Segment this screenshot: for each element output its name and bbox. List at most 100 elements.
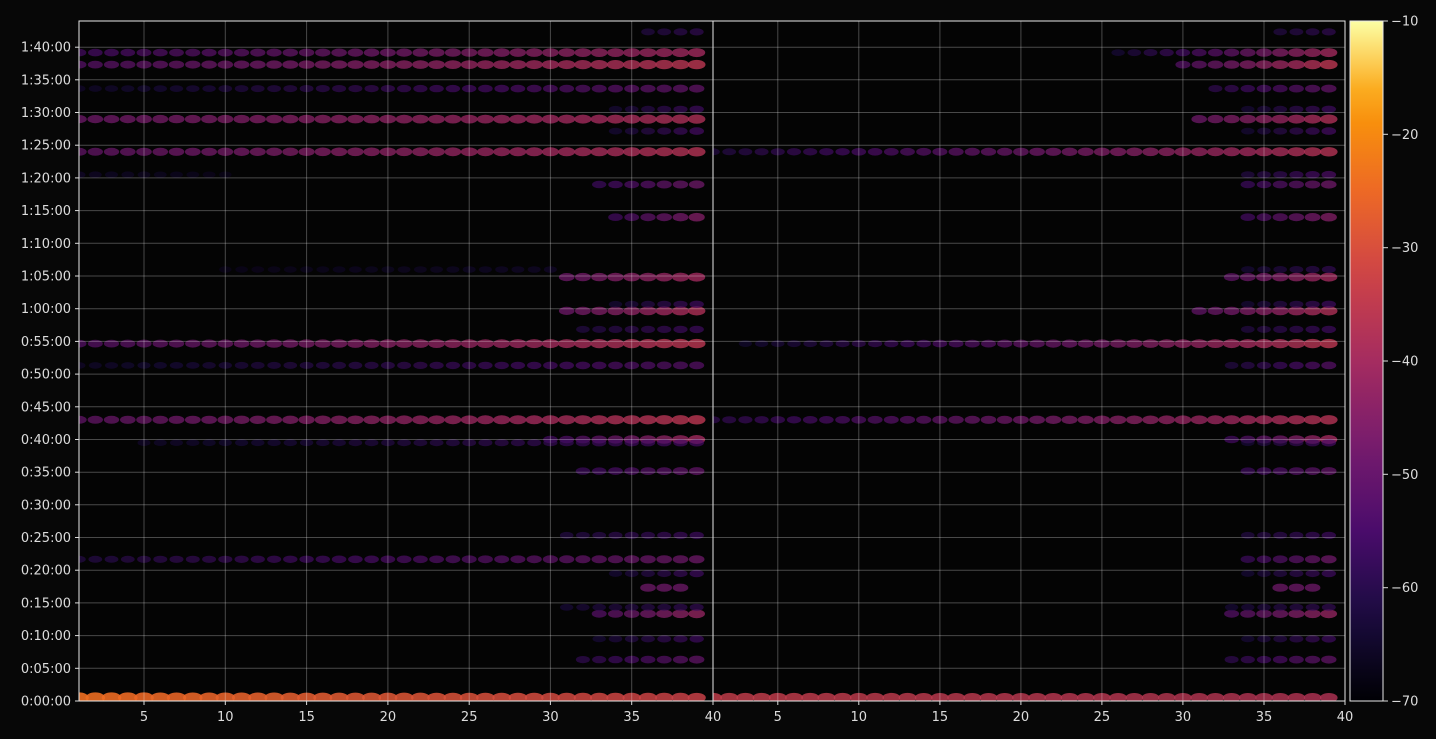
heat-cell [655,114,673,124]
heat-cell [671,338,690,349]
heat-cell [1273,325,1288,333]
heat-cell [186,439,200,447]
y-tick-label: 1:20:00 [21,171,71,186]
heat-cell [364,555,379,564]
heat-cell [87,415,104,424]
heat-cell [1272,84,1288,93]
heat-cell [266,415,283,424]
heat-cell [1126,415,1143,425]
heat-cell [250,361,265,369]
heat-cell [1305,84,1321,93]
heat-cell [672,48,689,58]
heat-cell [590,114,608,124]
y-tick-label: 1:25:00 [21,139,71,154]
heat-cell [689,28,704,36]
heat-cell [266,339,282,348]
heat-cell [152,60,168,69]
x-tick-label: 20 [1013,710,1030,725]
heat-cell [689,127,704,135]
heat-cell [87,115,104,124]
heat-cell [1158,147,1175,157]
heat-cell [1240,48,1256,57]
heat-cell [104,85,119,92]
heat-cell [446,439,460,447]
y-tick-label: 0:40:00 [21,433,71,448]
heat-cell [526,555,542,564]
heat-cell [120,555,135,563]
heat-cell [558,273,575,282]
heat-cell [315,48,331,57]
heat-cell [689,467,705,476]
heat-cell [1288,555,1304,564]
heat-cell [105,171,118,178]
heat-cell [560,603,574,611]
heat-cell [169,555,184,563]
y-tick-label: 1:05:00 [21,270,71,285]
heat-cell [575,272,591,282]
heat-cell [1207,114,1224,124]
heat-cell [413,555,428,564]
heat-cell [444,147,462,157]
heat-cell [330,415,348,425]
heat-cell [655,48,673,58]
heat-cell [592,180,607,189]
heat-cell [1240,655,1255,664]
heat-cell [1289,266,1304,273]
heat-cell [527,439,542,447]
heat-cell [347,339,364,348]
heat-cell [169,362,184,369]
heat-cell [1029,147,1045,156]
heat-cell [1320,114,1338,124]
heat-cell [900,147,915,156]
heat-cell [1321,105,1337,114]
heat-cell [526,84,542,93]
heat-cell [689,361,705,370]
heat-cell [1273,127,1288,135]
heat-cell [1158,339,1175,348]
heat-cell [574,48,592,57]
heat-cell [591,306,608,316]
heat-cell [606,147,625,157]
y-tick-label: 1:10:00 [21,237,71,252]
heat-cell [170,439,183,447]
heat-cell [641,635,655,643]
heat-cell [332,85,347,93]
heat-cell [201,415,218,424]
heat-cell [395,114,413,124]
heat-cell [282,415,299,424]
heat-cell [1240,467,1256,475]
heat-cell [233,339,250,348]
heat-cell [640,180,656,189]
heat-cell [1305,28,1320,36]
heat-cell [347,114,364,124]
heat-cell [1159,48,1174,57]
y-tick-label: 0:10:00 [21,629,71,644]
heat-cell [1207,147,1224,157]
heat-cell [87,60,103,69]
heat-cell [525,339,543,349]
heat-cell [1223,339,1241,349]
heat-cell [283,555,298,563]
heat-cell [1223,273,1240,282]
heat-cell [414,266,427,273]
heat-cell [803,148,818,156]
heat-cell [608,655,623,664]
heat-cell [1288,467,1304,475]
heat-cell [1273,28,1287,36]
heat-cell [1241,266,1255,273]
x-tick-label: 40 [1337,710,1354,725]
heat-cell [1239,339,1257,349]
heat-cell [1304,583,1321,592]
heat-cell [590,415,608,425]
heat-cell [1287,415,1306,425]
heat-cell [412,114,429,124]
heat-cell [511,266,525,273]
heat-cell [673,105,688,113]
heat-cell [283,361,298,369]
heat-cell [493,415,511,425]
heat-cell [672,272,689,282]
heat-cell [477,60,494,69]
heat-cell [1289,603,1304,611]
heat-cell [1289,361,1304,370]
heat-cell [395,147,413,157]
